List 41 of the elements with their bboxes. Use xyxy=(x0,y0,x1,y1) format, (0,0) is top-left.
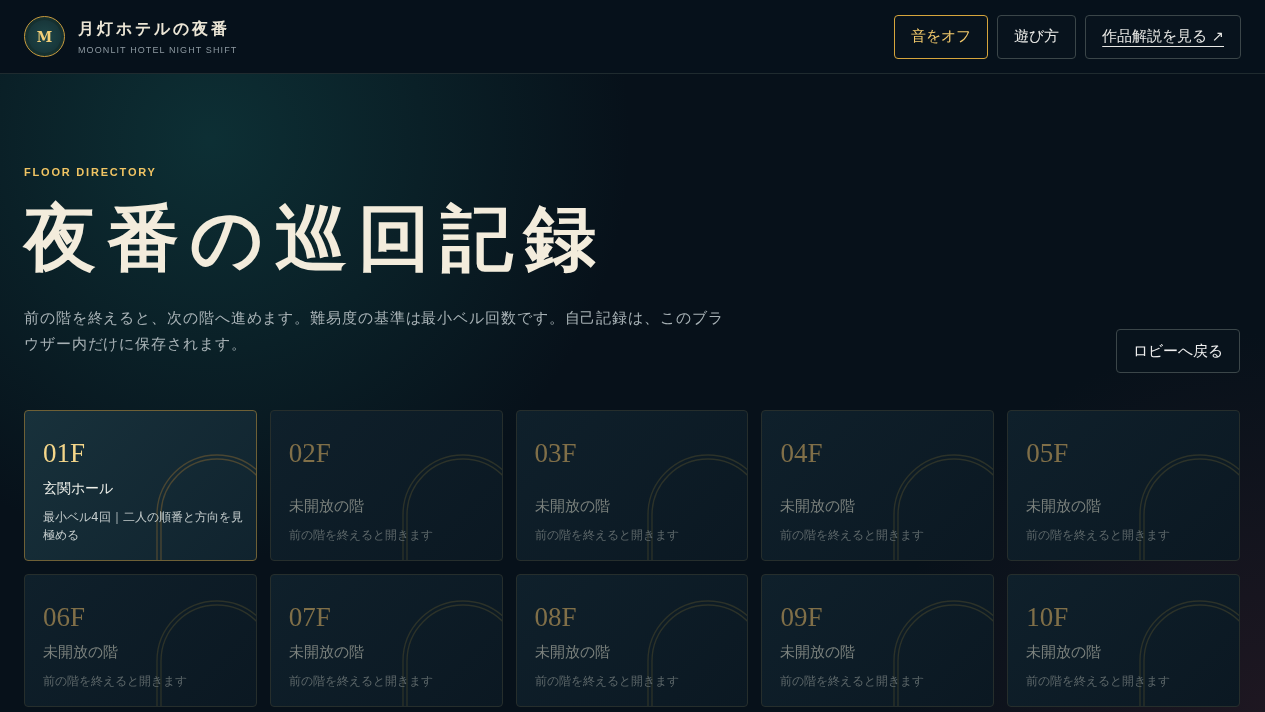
floor-name: 未開放の階 xyxy=(534,496,611,517)
external-link[interactable]: 作品解説を見る ↗ xyxy=(1085,14,1241,59)
floor-name: 未開放の階 xyxy=(534,642,611,663)
floor-card[interactable]: 01F 玄関ホール 最小ベル4回｜二人の順番と方向を見極める xyxy=(24,410,257,561)
floor-number: 05F xyxy=(1026,437,1070,470)
floor-description: 前の階を終えると開きます xyxy=(288,673,434,690)
floor-name: 未開放の階 xyxy=(43,642,119,663)
site-title: 月灯ホテルの夜番 xyxy=(78,18,231,39)
section-eyebrow: FLOOR DIRECTORY xyxy=(24,165,158,179)
floor-name: 未開放の階 xyxy=(780,496,857,517)
floor-description: 前の階を終えると開きます xyxy=(780,673,926,690)
floor-number: 09F xyxy=(780,601,824,634)
floor-number: 06F xyxy=(43,601,87,634)
floor-number: 08F xyxy=(534,601,578,634)
floor-description: 前の階を終えると開きます xyxy=(534,527,680,544)
floor-number: 03F xyxy=(534,437,578,470)
floor-number: 04F xyxy=(780,437,824,470)
floor-number: 07F xyxy=(288,601,332,634)
floor-name: 未開放の階 xyxy=(1026,642,1103,663)
floor-name: 玄関ホール xyxy=(43,479,114,498)
floor-description: 前の階を終えると開きます xyxy=(43,673,188,690)
floor-name: 未開放の階 xyxy=(780,642,857,663)
floor-description: 前の階を終えると開きます xyxy=(780,527,926,544)
floor-description: 前の階を終えると開きます xyxy=(1026,527,1172,544)
intro-paragraph: 前の階を終えると、次の階へ進めます。難易度の基準は最小ベル回数です。自己記録は、このブラウザー内だけに保存されます。 xyxy=(24,308,725,355)
back-to-lobby-button[interactable]: ロビーへ戻る xyxy=(1116,329,1240,373)
floor-description: 前の階を終えると開きます xyxy=(534,673,680,690)
site-subtitle: MOONLIT HOTEL NIGHT SHIFT xyxy=(78,44,238,55)
floor-number: 01F xyxy=(43,437,87,470)
floor-name: 未開放の階 xyxy=(288,642,365,663)
page-title: 夜番の巡回記録 xyxy=(24,197,608,279)
header-button[interactable]: 遊び方 xyxy=(997,14,1077,59)
floor-description: 前の階を終えると開きます xyxy=(1026,673,1172,690)
logo-emblem: M xyxy=(24,16,65,57)
floor-number: 02F xyxy=(288,437,332,470)
floor-description: 前の階を終えると開きます xyxy=(288,527,434,544)
floor-description: 最小ベル4回｜二人の順番と方向を見極める xyxy=(43,509,244,544)
floor-name: 未開放の階 xyxy=(1026,496,1103,517)
sound-toggle-button[interactable]: 音をオフ xyxy=(894,14,989,59)
floor-name: 未開放の階 xyxy=(288,496,365,517)
floor-number: 10F xyxy=(1026,601,1070,634)
